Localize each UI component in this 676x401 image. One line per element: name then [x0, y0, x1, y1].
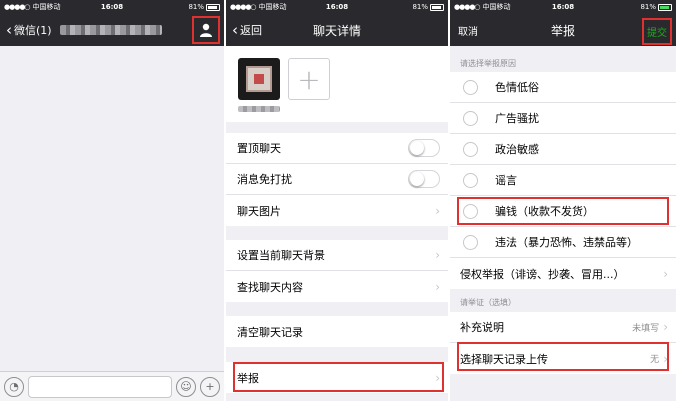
- chevron-right-icon: ›: [663, 320, 668, 334]
- radio-button[interactable]: [463, 234, 478, 250]
- settings-group-2: 设置当前聊天背景 › 查找聊天内容 ›: [226, 240, 448, 302]
- pin-chat-row: 置顶聊天: [226, 133, 448, 164]
- chat-input-bar: ◔ ☺ +: [0, 371, 224, 401]
- radio-button[interactable]: [463, 141, 478, 157]
- pin-chat-toggle[interactable]: [408, 139, 440, 157]
- chevron-left-icon: ‹: [6, 20, 12, 39]
- reason-label: 违法（暴力恐怖、违禁品等）: [495, 236, 638, 249]
- reason-label: 色情低俗: [495, 81, 539, 94]
- status-bar: ●●●●○ 中国移动 16:08 81%: [226, 0, 448, 14]
- plus-icon: +: [205, 380, 215, 393]
- chevron-right-icon: ›: [435, 279, 440, 294]
- chat-background-row[interactable]: 设置当前聊天背景 ›: [226, 240, 448, 271]
- plus-button[interactable]: +: [200, 376, 220, 397]
- chat-images-label: 聊天图片: [237, 204, 281, 218]
- reason-option[interactable]: 色情低俗: [450, 72, 676, 103]
- reason-label: 谣言: [495, 174, 517, 187]
- radio-button[interactable]: [463, 110, 478, 126]
- clock: 16:08: [325, 3, 349, 11]
- chat-images-row[interactable]: 聊天图片 ›: [226, 195, 448, 226]
- highlight-box: [457, 197, 669, 225]
- reason-option[interactable]: 政治敏感: [450, 134, 676, 165]
- emoji-icon: ☺: [180, 380, 192, 393]
- chevron-right-icon: ›: [663, 266, 668, 281]
- mute-label: 消息免打扰: [237, 173, 292, 186]
- chat-title-blurred: [59, 25, 162, 35]
- settings-group-3: 清空聊天记录: [226, 316, 448, 347]
- clock: 16:08: [100, 3, 124, 11]
- chat-screen: ●●●●○ 中国移动 16:08 81% ‹ 微信(1) ◔ ☺ +: [0, 0, 224, 401]
- evidence-section-header: 请举证（选填）: [460, 298, 516, 307]
- back-label: 微信(1): [14, 24, 52, 37]
- mute-toggle[interactable]: [408, 170, 440, 188]
- radio-button[interactable]: [463, 172, 478, 188]
- chat-nav-bar: ‹ 微信(1): [0, 14, 224, 46]
- details-nav-bar: ‹ 返回 聊天详情: [226, 14, 448, 46]
- highlight-box: [457, 342, 669, 371]
- infringement-row[interactable]: 侵权举报（诽谤、抄袭、冒用...） ›: [450, 258, 676, 289]
- reason-option[interactable]: 谣言: [450, 165, 676, 196]
- back-button[interactable]: ‹ 微信(1): [0, 22, 52, 38]
- chevron-left-icon: ‹: [232, 20, 238, 39]
- add-member-button[interactable]: +: [288, 58, 330, 100]
- battery-icon: [206, 3, 220, 11]
- back-label: 返回: [240, 24, 262, 37]
- battery-icon: [658, 3, 672, 11]
- member-area: +: [226, 46, 448, 122]
- supplement-value: 未填写: [632, 323, 660, 334]
- reason-label: 政治敏感: [495, 143, 539, 156]
- radio-button[interactable]: [463, 79, 478, 95]
- infringement-label: 侵权举报（诽谤、抄袭、冒用...）: [460, 267, 625, 281]
- person-icon: [200, 23, 212, 37]
- reason-list: 色情低俗 广告骚扰 政治敏感 谣言 骗钱（收款不发货） 违法（暴力恐怖、违禁品等…: [450, 72, 676, 289]
- supplement-label: 补充说明: [460, 321, 504, 334]
- back-button[interactable]: ‹ 返回: [226, 22, 262, 38]
- chat-details-screen: ●●●●○ 中国移动 16:08 81% ‹ 返回 聊天详情 + 置顶聊天 消息…: [226, 0, 448, 401]
- mute-row: 消息免打扰: [226, 164, 448, 195]
- report-screen: ●●●●○ 中国移动 16:08 81% 取消 举报 提交 请选择举报原因 色情…: [450, 0, 676, 401]
- reason-section-header: 请选择举报原因: [460, 59, 516, 68]
- voice-button[interactable]: ◔: [4, 376, 24, 397]
- status-bar: ●●●●○ 中国移动 16:08 81%: [0, 0, 224, 14]
- emoji-button[interactable]: ☺: [176, 376, 196, 397]
- search-chat-row[interactable]: 查找聊天内容 ›: [226, 271, 448, 302]
- battery-icon: [430, 3, 444, 11]
- reason-option[interactable]: 广告骚扰: [450, 103, 676, 134]
- chevron-right-icon: ›: [435, 203, 440, 218]
- clear-history-label: 清空聊天记录: [237, 325, 303, 339]
- chat-background-label: 设置当前聊天背景: [237, 249, 325, 262]
- pin-chat-label: 置顶聊天: [237, 142, 281, 155]
- voice-icon: ◔: [9, 380, 19, 393]
- avatar-mark: [254, 74, 264, 84]
- reason-label: 广告骚扰: [495, 112, 539, 125]
- clock: 16:08: [551, 3, 575, 11]
- message-input[interactable]: [28, 375, 172, 398]
- supplement-row[interactable]: 补充说明 未填写 ›: [450, 312, 676, 343]
- settings-group-1: 置顶聊天 消息免打扰 聊天图片 ›: [226, 133, 448, 226]
- search-chat-label: 查找聊天内容: [237, 280, 303, 294]
- submit-button[interactable]: 提交: [642, 18, 672, 45]
- clear-history-row[interactable]: 清空聊天记录: [226, 316, 448, 347]
- chevron-right-icon: ›: [435, 248, 440, 262]
- avatar[interactable]: [238, 58, 280, 100]
- reason-option[interactable]: 违法（暴力恐怖、违禁品等）: [450, 227, 676, 258]
- member-name-blurred: [238, 106, 280, 112]
- plus-icon: +: [297, 62, 321, 96]
- report-nav-bar: 取消 举报 提交: [450, 14, 676, 46]
- highlight-box: [233, 362, 444, 392]
- status-bar: ●●●●○ 中国移动 16:08 81%: [450, 0, 676, 14]
- cancel-button[interactable]: 取消: [450, 23, 478, 38]
- profile-button[interactable]: [192, 16, 220, 44]
- avatar-image: [246, 66, 272, 92]
